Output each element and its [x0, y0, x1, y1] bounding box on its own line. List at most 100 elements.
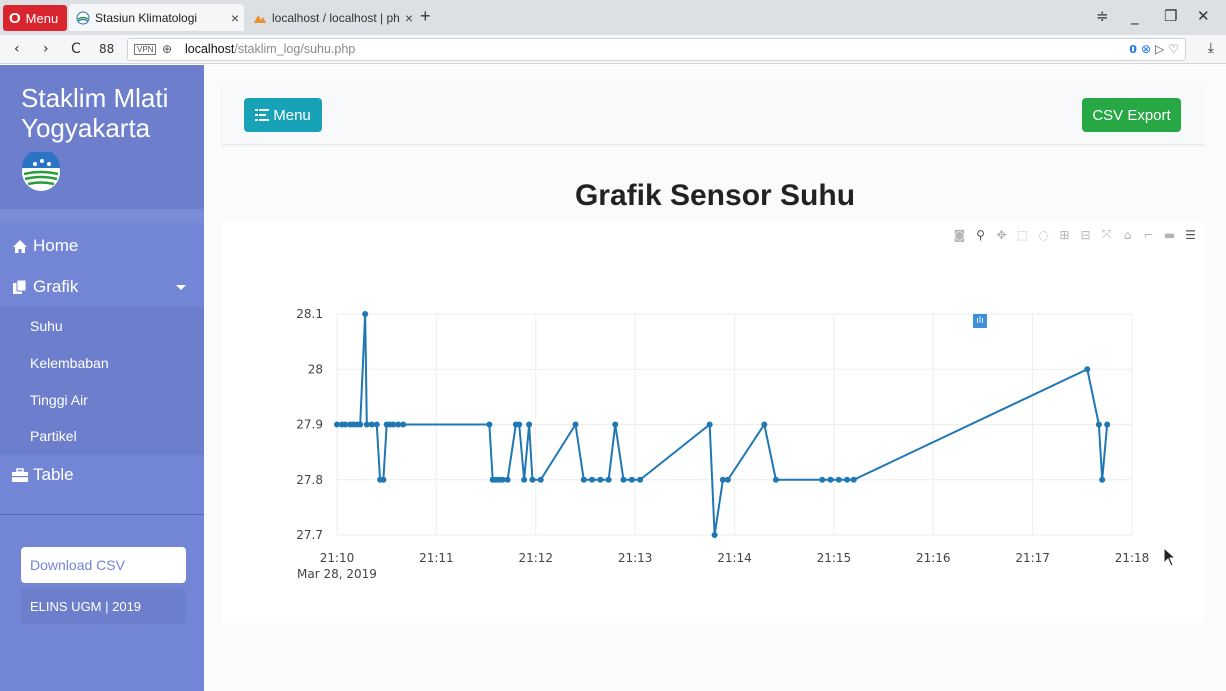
main-content: Menu CSV Export Grafik Sensor Suhu 27.7 2…: [204, 65, 1226, 691]
tab-stasiun-klimatologi[interactable]: Stasiun Klimatologi ×: [69, 4, 244, 31]
csv-export-button[interactable]: CSV Export: [1082, 98, 1181, 132]
new-tab-button[interactable]: +: [420, 6, 431, 27]
data-point: [380, 476, 387, 483]
data-point: [373, 421, 380, 428]
data-point: [572, 421, 579, 428]
align-left-icon: [255, 109, 270, 121]
x-tick-label: 21:16: [916, 551, 951, 565]
tab-menu-icon[interactable]: ≑: [1096, 7, 1109, 25]
back-icon[interactable]: ‹: [14, 41, 20, 57]
data-point: [724, 476, 731, 483]
y-tick-label: 27.9: [296, 418, 323, 432]
sidebar-item-label: Table: [33, 465, 74, 484]
x-tick-label: 21:13: [618, 551, 653, 565]
data-point: [1104, 421, 1111, 428]
x-tick-sublabel: Mar 28, 2019: [297, 567, 377, 581]
close-tab-icon[interactable]: ×: [400, 10, 418, 26]
zoom-out-icon[interactable]: ⊟: [1078, 227, 1093, 242]
autoscale-icon[interactable]: ⤧: [1099, 227, 1114, 242]
data-point: [521, 476, 528, 483]
x-tick-label: 21:15: [817, 551, 852, 565]
menu-toggle-button[interactable]: Menu: [244, 98, 322, 132]
url-actions: 0 ⊗ ▷ ♡: [1129, 42, 1179, 56]
sidebar-header: Staklim Mlati Yogyakarta: [0, 65, 204, 209]
sidebar-footer: ELINS UGM | 2019: [21, 588, 186, 624]
download-csv-button[interactable]: Download CSV: [21, 547, 186, 583]
data-point: [850, 476, 857, 483]
y-tick-label: 27.8: [296, 473, 323, 487]
chevron-down-icon[interactable]: [176, 285, 186, 290]
brand-line-1: Staklim Mlati: [21, 83, 169, 113]
x-tick-label: 21:11: [419, 551, 454, 565]
sidebar-item-home[interactable]: Home: [12, 236, 78, 256]
spike-lines-icon[interactable]: ⌐: [1141, 227, 1156, 242]
browser-menu-label: Menu: [25, 10, 59, 26]
zoom-in-icon[interactable]: ⊞: [1057, 227, 1072, 242]
temperature-chart[interactable]: 27.7 27.8 27.9 28 28.1 21:10 Mar 28, 2019 21:11…: [222, 221, 1204, 623]
hover-compare-icon[interactable]: ☰: [1183, 227, 1198, 242]
adblock-icon[interactable]: ⊗: [1141, 42, 1151, 56]
plot-modebar: ◙ ⚲ ✥ ⬚ ◌ ⊞ ⊟ ⤧ ⌂ ⌐ ▬ ☰ ılı: [952, 227, 1198, 328]
url-host: localhost: [185, 42, 235, 56]
data-point: [612, 421, 619, 428]
box-select-icon[interactable]: ⬚: [1015, 227, 1030, 242]
plot-container: 27.7 27.8 27.9 28 28.1 21:10 Mar 28, 2019 21:11…: [222, 221, 1204, 623]
pan-icon[interactable]: ✥: [994, 227, 1009, 242]
tab-phpmyadmin[interactable]: localhost / localhost | phpMyAdmin ×: [246, 4, 418, 31]
brand-line-2: Yogyakarta: [21, 113, 151, 143]
hover-closest-icon[interactable]: ▬: [1162, 227, 1177, 242]
browser-menu-button[interactable]: O Menu: [3, 5, 67, 31]
data-point: [1099, 476, 1106, 483]
reset-axes-icon[interactable]: ⌂: [1120, 227, 1135, 242]
data-point: [819, 476, 826, 483]
globe-icon: ⊕: [162, 42, 173, 56]
data-point: [844, 476, 851, 483]
close-window-icon[interactable]: ✕: [1197, 7, 1210, 25]
url-field[interactable]: VPN ⊕ localhost/staklim_log/suhu.php 0 ⊗…: [127, 38, 1186, 61]
submenu-item-partikel[interactable]: Partikel: [30, 428, 77, 444]
opera-logo-icon: O: [9, 9, 21, 27]
sidebar-brand: Staklim Mlati Yogyakarta: [21, 83, 168, 143]
sidebar-item-grafik[interactable]: Grafik: [12, 277, 78, 297]
top-navbar: Menu CSV Export: [222, 82, 1204, 145]
sidebar-item-label: Grafik: [33, 277, 79, 296]
x-tick-label: 21:18: [1115, 551, 1150, 565]
briefcase-icon: [12, 467, 28, 482]
data-point: [1084, 366, 1091, 373]
restore-icon[interactable]: ❐: [1164, 7, 1177, 25]
forward-icon[interactable]: ›: [43, 41, 49, 57]
url-path: /staklim_log/suhu.php: [234, 42, 356, 56]
data-point: [628, 476, 635, 483]
phpmyadmin-favicon-icon: [254, 14, 266, 23]
camera-icon[interactable]: ◙: [952, 227, 967, 242]
data-point: [605, 476, 612, 483]
y-tick-label: 28: [308, 362, 323, 376]
copy-icon: [13, 279, 27, 294]
zoom-icon[interactable]: ⚲: [973, 227, 988, 242]
sidebar-item-label: Home: [33, 236, 79, 255]
bmkg-favicon-icon: [76, 11, 90, 24]
tab-title: localhost / localhost | phpMyAdmin: [272, 10, 400, 25]
vpn-badge[interactable]: VPN: [134, 44, 157, 55]
data-point: [1095, 421, 1102, 428]
bmkg-logo-icon: [22, 152, 60, 191]
close-tab-icon[interactable]: ×: [226, 10, 244, 26]
download-icon[interactable]: ⤓: [1208, 40, 1214, 56]
data-point: [772, 476, 779, 483]
x-tick-label: 21:10: [320, 551, 355, 565]
sidebar-item-table[interactable]: Table: [12, 465, 74, 485]
speed-dial-icon[interactable]: 88: [99, 42, 114, 56]
send-icon[interactable]: ▷: [1155, 42, 1164, 56]
submenu-item-kelembaban[interactable]: Kelembaban: [30, 355, 109, 371]
reload-icon[interactable]: C: [71, 41, 81, 57]
adblock-count[interactable]: 0: [1129, 43, 1137, 56]
data-point: [537, 476, 544, 483]
heart-icon[interactable]: ♡: [1168, 42, 1179, 56]
plotly-logo-icon[interactable]: ılı: [973, 314, 987, 328]
data-point: [620, 476, 627, 483]
minimize-icon[interactable]: _: [1131, 7, 1139, 25]
submenu-item-suhu[interactable]: Suhu: [30, 318, 63, 334]
data-point: [597, 476, 604, 483]
lasso-icon[interactable]: ◌: [1036, 227, 1051, 242]
submenu-item-tinggi-air[interactable]: Tinggi Air: [30, 392, 88, 408]
